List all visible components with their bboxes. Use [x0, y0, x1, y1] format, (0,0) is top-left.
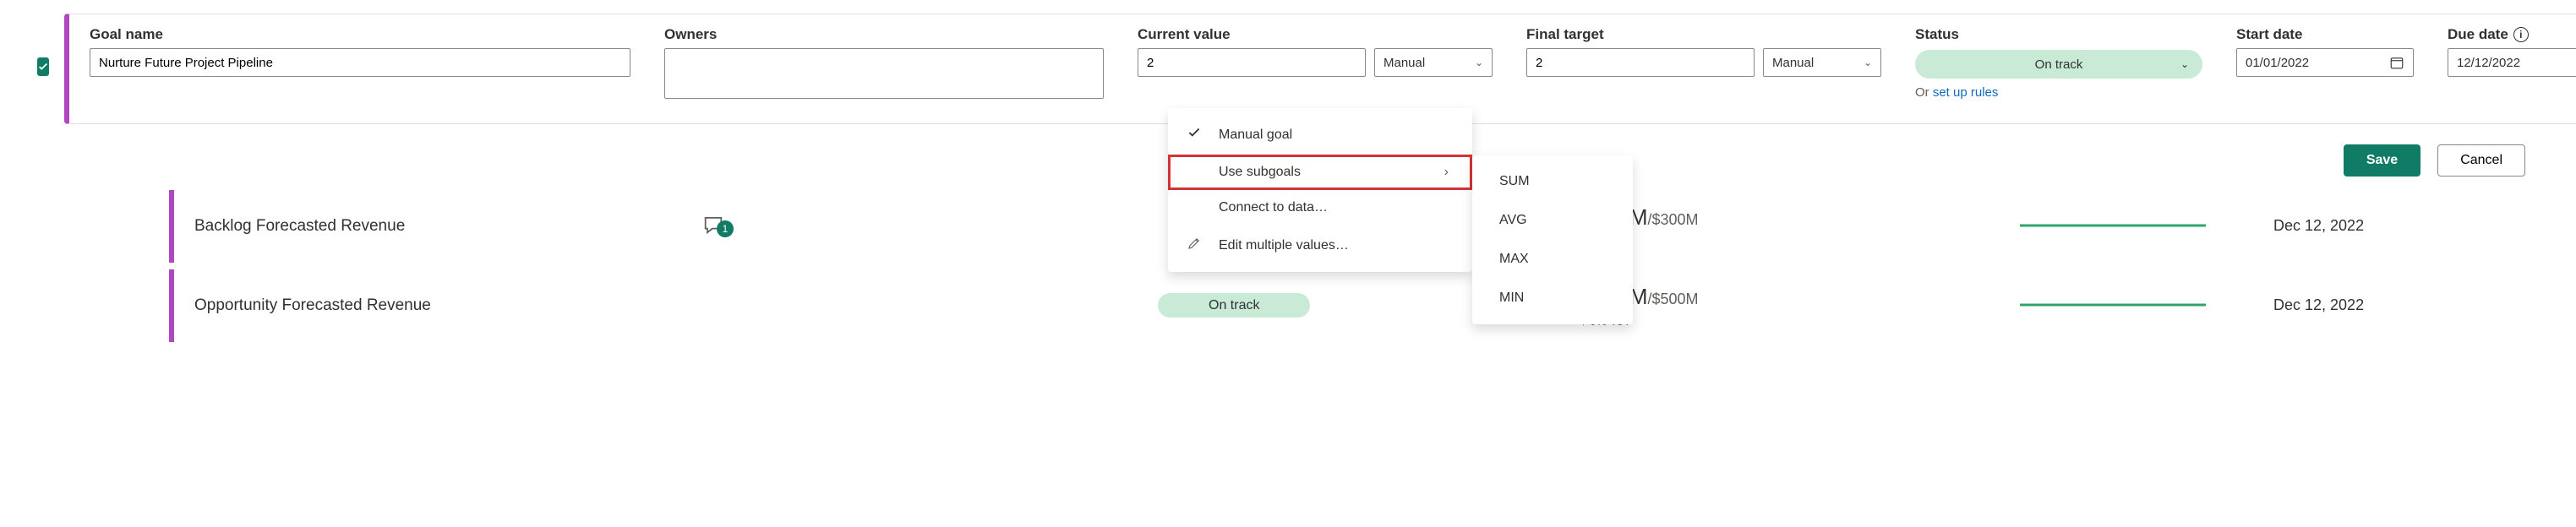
goal-editor-row: Goal name Owners Current value Manual ⌄ …: [0, 0, 2576, 128]
dropdown-item-edit-multiple[interactable]: Edit multiple values…: [1168, 225, 1472, 265]
field-start-date: Start date 01/01/2022: [2236, 26, 2414, 100]
chevron-down-icon: ⌄: [2180, 58, 2189, 70]
label-final-target: Final target: [1526, 26, 1881, 43]
set-up-rules-link[interactable]: set up rules: [1933, 85, 1999, 100]
dropdown-item-label: Connect to data…: [1219, 200, 1449, 215]
final-target-mode-select[interactable]: Manual ⌄: [1763, 48, 1881, 77]
value-block: $510M/$500M ↑ 0% YoY: [1580, 283, 1986, 329]
comments-badge: 1: [717, 220, 734, 237]
final-target-input[interactable]: [1526, 48, 1755, 77]
row-checkbox[interactable]: [37, 57, 49, 76]
dropdown-item-label: Manual goal: [1219, 128, 1449, 143]
field-current-value: Current value Manual ⌄: [1138, 26, 1493, 100]
value-block: $372M/$300M ↑ 0% YoY: [1580, 204, 1986, 249]
dropdown-item-label: Edit multiple values…: [1219, 238, 1449, 253]
goal-row[interactable]: Opportunity Forecasted Revenue On track …: [169, 269, 2539, 342]
label-owners: Owners: [664, 26, 1104, 43]
pencil-icon: [1185, 236, 1203, 255]
goal-name: Opportunity Forecasted Revenue: [194, 296, 668, 315]
comments-button[interactable]: 1: [701, 225, 725, 240]
owners-input[interactable]: [664, 48, 1104, 99]
chevron-down-icon: ⌄: [1864, 57, 1872, 68]
status-chip[interactable]: On track: [1158, 293, 1310, 318]
current-value-mode-label: Manual: [1384, 56, 1425, 70]
field-goal-name: Goal name: [90, 26, 630, 100]
status-pill-text: On track: [2035, 57, 2083, 72]
dropdown-item-use-subgoals[interactable]: Use subgoals ›: [1168, 155, 1472, 190]
value-target: /$300M: [1648, 211, 1699, 228]
current-value-input[interactable]: [1138, 48, 1366, 77]
label-due-date: Due date i: [2448, 26, 2576, 43]
submenu-sum[interactable]: SUM: [1472, 162, 1633, 201]
value-change: ↑ 0% YoY: [1580, 313, 1986, 329]
cancel-button[interactable]: Cancel: [2437, 144, 2525, 177]
sparkline: [2020, 298, 2240, 312]
value-target: /$500M: [1648, 291, 1699, 307]
due-date-cell: Dec 12, 2022: [2273, 217, 2527, 235]
save-button[interactable]: Save: [2344, 144, 2420, 177]
check-icon: [1185, 125, 1203, 144]
field-status: Status On track ⌄ Or set up rules: [1915, 26, 2202, 100]
due-date-value: 12/12/2022: [2457, 56, 2520, 70]
value-mode-dropdown: Manual goal Use subgoals › Connect to da…: [1168, 108, 1472, 272]
current-value-mode-select[interactable]: Manual ⌄: [1374, 48, 1493, 77]
goal-name-input[interactable]: [90, 48, 630, 77]
label-status: Status: [1915, 26, 2202, 43]
field-final-target: Final target Manual ⌄: [1526, 26, 1881, 100]
field-due-date: Due date i 12/12/2022: [2448, 26, 2576, 100]
dropdown-item-connect-data[interactable]: Connect to data…: [1168, 190, 1472, 225]
start-date-value: 01/01/2022: [2246, 56, 2309, 70]
rules-hint: Or set up rules: [1915, 85, 2202, 100]
final-target-mode-label: Manual: [1772, 56, 1814, 70]
submenu-avg[interactable]: AVG: [1472, 201, 1633, 240]
goal-name: Backlog Forecasted Revenue: [194, 217, 668, 236]
status-pill[interactable]: On track ⌄: [1915, 50, 2202, 79]
rules-prefix: Or: [1915, 85, 1933, 100]
label-goal-name: Goal name: [90, 26, 630, 43]
label-current-value: Current value: [1138, 26, 1493, 43]
chevron-down-icon: ⌄: [1475, 57, 1483, 68]
calendar-icon: [2389, 55, 2404, 70]
label-start-date: Start date: [2236, 26, 2414, 43]
due-date-cell: Dec 12, 2022: [2273, 296, 2527, 314]
chevron-right-icon: ›: [1444, 165, 1449, 180]
dropdown-item-label: Use subgoals: [1219, 165, 1429, 180]
field-owners: Owners: [664, 26, 1104, 100]
subgoals-submenu: SUM AVG MAX MIN: [1472, 155, 1633, 324]
due-date-input[interactable]: 12/12/2022: [2448, 48, 2576, 77]
submenu-min[interactable]: MIN: [1472, 279, 1633, 318]
sparkline: [2020, 219, 2240, 233]
info-icon[interactable]: i: [2513, 27, 2529, 42]
submenu-max[interactable]: MAX: [1472, 240, 1633, 279]
check-icon: [37, 61, 49, 73]
label-due-date-text: Due date: [2448, 26, 2508, 43]
value-change: ↑ 0% YoY: [1580, 234, 1986, 249]
start-date-input[interactable]: 01/01/2022: [2236, 48, 2414, 77]
dropdown-item-manual-goal[interactable]: Manual goal: [1168, 115, 1472, 155]
